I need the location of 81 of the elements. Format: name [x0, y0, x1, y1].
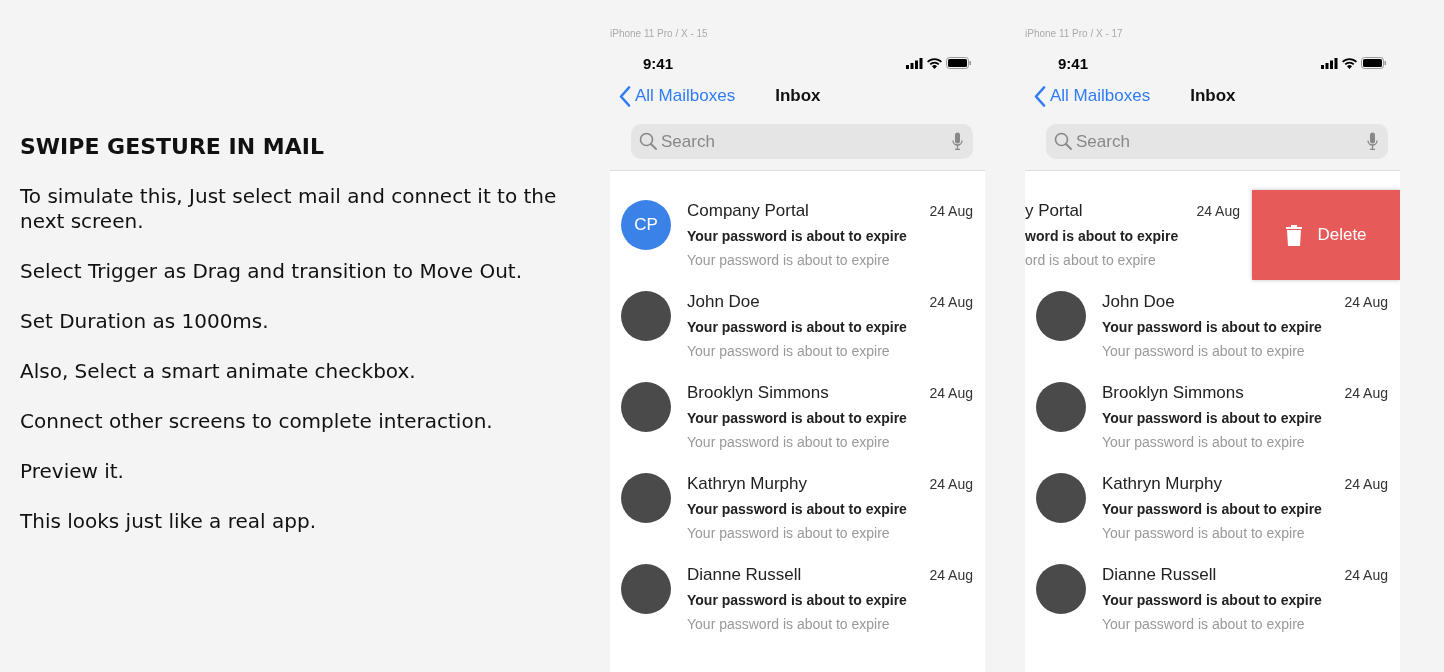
avatar-photo-placeholder	[621, 382, 671, 432]
instruction-text: Also, Select a smart animate checkbox.	[20, 359, 417, 384]
sender-name: Company Portal	[687, 200, 810, 222]
chevron-left-icon	[619, 85, 631, 107]
message-preview: Your password is about to expire	[687, 433, 891, 452]
message-date: 24 Aug	[929, 475, 973, 494]
message-preview: Your password is about to expire	[687, 524, 891, 543]
sender-name: Kathryn Murphy	[1102, 473, 1223, 495]
avatar-photo-placeholder	[1036, 382, 1086, 432]
message-subject: Your password is about to expire	[687, 227, 908, 246]
message-date: 24 Aug	[1344, 566, 1388, 585]
message-date: 24 Aug	[929, 566, 973, 585]
avatar: CP	[621, 200, 671, 250]
avatar-photo-placeholder	[1036, 564, 1086, 614]
message-subject: Your password is about to expire	[1102, 409, 1323, 428]
frame-label: iPhone 11 Pro / X - 17	[1025, 27, 1124, 40]
signal-icon	[1321, 57, 1338, 69]
message-subject: word is about to expire	[1025, 227, 1180, 246]
message-preview: Your password is about to expire	[687, 615, 891, 634]
search-field[interactable]: Search	[1046, 124, 1388, 159]
back-button[interactable]: All Mailboxes	[1034, 85, 1151, 107]
screen-title: Inbox	[775, 86, 821, 106]
avatar-photo-placeholder	[621, 564, 671, 614]
avatar-photo-placeholder	[1036, 473, 1086, 523]
message-preview: Your password is about to expire	[1102, 342, 1306, 361]
sender-name: Kathryn Murphy	[687, 473, 808, 495]
instruction-text: To simulate this, Just select mail and connect it to the next screen.	[20, 184, 558, 234]
message-preview: Your password is about to expire	[687, 251, 891, 270]
sender-name: John Doe	[1102, 291, 1176, 313]
message-preview: Your password is about to expire	[1102, 524, 1306, 543]
search-icon	[639, 132, 657, 150]
sender-name: Brooklyn Simmons	[1102, 382, 1245, 404]
message-subject: Your password is about to expire	[687, 318, 908, 337]
signal-icon	[906, 57, 923, 69]
trash-icon	[1285, 224, 1304, 246]
message-date: 24 Aug	[1344, 384, 1388, 403]
message-subject: Your password is about to expire	[687, 409, 908, 428]
instruction-text: Preview it.	[20, 459, 125, 484]
microphone-icon	[952, 132, 963, 150]
avatar-photo-placeholder	[1036, 291, 1086, 341]
wifi-icon	[927, 57, 942, 69]
sender-name: Dianne Russell	[687, 564, 803, 586]
battery-icon	[1361, 57, 1386, 69]
message-subject: Your password is about to expire	[1102, 591, 1323, 610]
chevron-left-icon	[1034, 85, 1046, 107]
message-preview: Your password is about to expire	[687, 342, 891, 361]
instruction-text: Connect other screens to complete interaction.	[20, 409, 494, 434]
message-date: 24 Aug	[929, 293, 973, 312]
instruction-text: Select Trigger as Drag and transition to Move Out.	[20, 259, 524, 284]
instruction-text: Set Duration as 1000ms.	[20, 309, 270, 334]
sender-name: y Portal	[1025, 200, 1084, 222]
message-date: 24 Aug	[929, 384, 973, 403]
status-time: 9:41	[1058, 54, 1090, 72]
heading: SWIPE GESTURE IN MAIL	[20, 133, 325, 161]
message-subject: Your password is about to expire	[687, 591, 908, 610]
message-preview: ord is about to expire	[1025, 251, 1157, 270]
message-date: 24 Aug	[1196, 202, 1240, 221]
avatar-photo-placeholder	[621, 473, 671, 523]
message-subject: Your password is about to expire	[1102, 318, 1323, 337]
message-date: 24 Aug	[1344, 293, 1388, 312]
message-preview: Your password is about to expire	[1102, 433, 1306, 452]
status-time: 9:41	[643, 54, 675, 72]
sender-name: Dianne Russell	[1102, 564, 1218, 586]
instruction-text: This looks just like a real app.	[20, 509, 317, 534]
message-subject: Your password is about to expire	[1102, 500, 1323, 519]
back-button[interactable]: All Mailboxes	[619, 85, 736, 107]
screen-title: Inbox	[1190, 86, 1236, 106]
battery-icon	[946, 57, 971, 69]
search-field[interactable]: Search	[631, 124, 973, 159]
delete-button[interactable]: Delete	[1252, 190, 1400, 280]
wifi-icon	[1342, 57, 1357, 69]
message-subject: Your password is about to expire	[687, 500, 908, 519]
sender-name: John Doe	[687, 291, 761, 313]
message-preview: Your password is about to expire	[1102, 615, 1306, 634]
avatar-photo-placeholder	[621, 291, 671, 341]
microphone-icon	[1367, 132, 1378, 150]
message-date: 24 Aug	[929, 202, 973, 221]
message-date: 24 Aug	[1344, 475, 1388, 494]
search-icon	[1054, 132, 1072, 150]
sender-name: Brooklyn Simmons	[687, 382, 830, 404]
frame-label: iPhone 11 Pro / X - 15	[610, 27, 709, 40]
